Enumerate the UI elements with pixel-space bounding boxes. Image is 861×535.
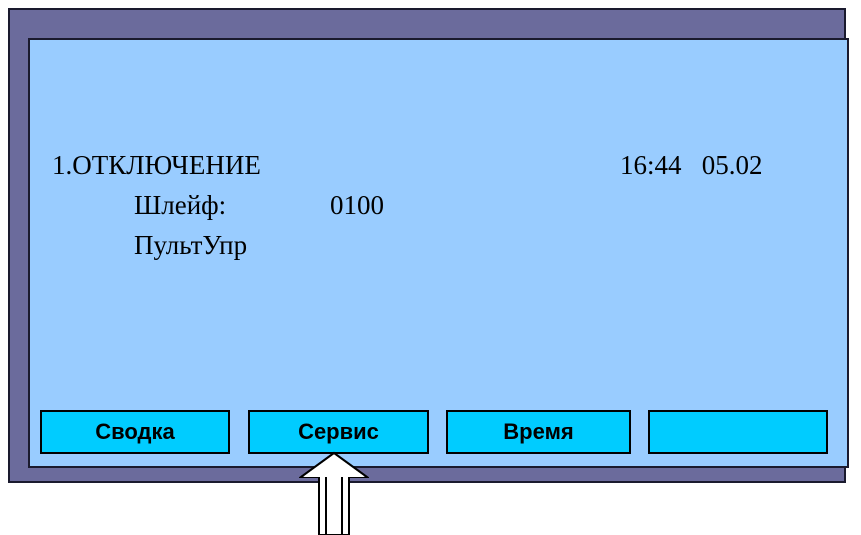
zone-label: Шлейф: <box>134 190 227 220</box>
softkey-empty[interactable] <box>648 410 828 454</box>
display-screen: 1.ОТКЛЮЧЕНИЕ 16:44 05.02 Шлейф: 0100 Пул… <box>28 38 849 468</box>
event-title: 1.ОТКЛЮЧЕНИЕ <box>52 150 261 180</box>
softkey-time[interactable]: Время <box>446 410 631 454</box>
event-source: ПультУпр <box>134 230 248 260</box>
zone-value: 0100 <box>330 190 384 220</box>
softkey-service[interactable]: Сервис <box>248 410 429 454</box>
event-datetime: 16:44 05.02 <box>620 150 763 180</box>
softkey-summary[interactable]: Сводка <box>40 410 230 454</box>
up-arrow-icon <box>299 451 369 535</box>
